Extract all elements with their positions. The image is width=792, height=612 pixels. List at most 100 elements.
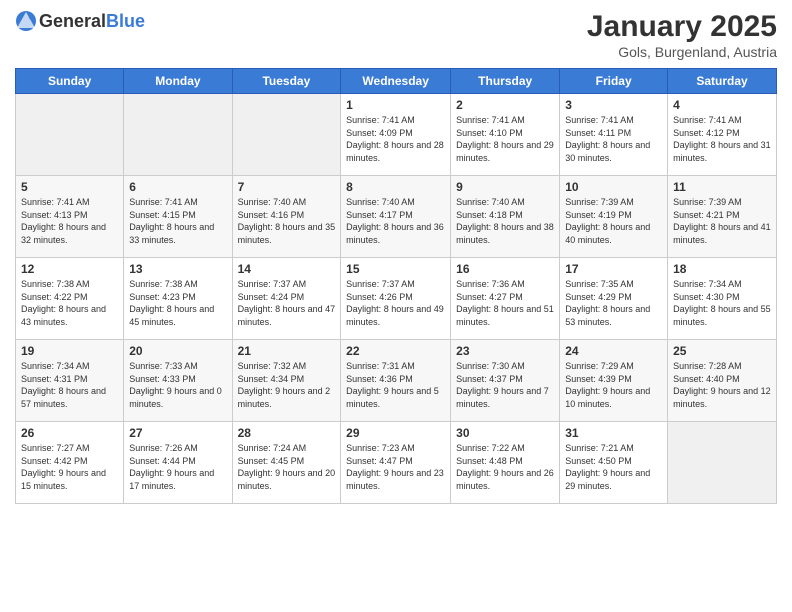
calendar-cell: 5 Sunrise: 7:41 AM Sunset: 4:13 PM Daylig…	[16, 176, 124, 258]
day-info: Sunrise: 7:39 AM Sunset: 4:21 PM Dayligh…	[673, 196, 771, 246]
calendar-cell: 30 Sunrise: 7:22 AM Sunset: 4:48 PM Dayli…	[451, 422, 560, 504]
day-info: Sunrise: 7:24 AM Sunset: 4:45 PM Dayligh…	[238, 442, 336, 492]
day-number: 15	[346, 262, 445, 276]
day-info: Sunrise: 7:22 AM Sunset: 4:48 PM Dayligh…	[456, 442, 554, 492]
day-info: Sunrise: 7:41 AM Sunset: 4:13 PM Dayligh…	[21, 196, 118, 246]
day-number: 28	[238, 426, 336, 440]
calendar-cell: 21 Sunrise: 7:32 AM Sunset: 4:34 PM Dayli…	[232, 340, 341, 422]
calendar-cell: 28 Sunrise: 7:24 AM Sunset: 4:45 PM Dayli…	[232, 422, 341, 504]
day-number: 13	[129, 262, 226, 276]
title-section: January 2025 Gols, Burgenland, Austria	[587, 10, 777, 60]
calendar-cell: 16Sunrise: 7:36 AM Sunset: 4:27 PM Dayli…	[451, 258, 560, 340]
day-number: 8	[346, 180, 445, 194]
day-number: 23	[456, 344, 554, 358]
logo: GeneralBlue	[15, 10, 145, 32]
calendar-cell: 12 Sunrise: 7:38 AM Sunset: 4:22 PM Dayli…	[16, 258, 124, 340]
day-info: Sunrise: 7:33 AM Sunset: 4:33 PM Dayligh…	[129, 360, 226, 410]
calendar-cell	[16, 94, 124, 176]
week-row-5: 26Sunrise: 7:27 AM Sunset: 4:42 PM Dayli…	[16, 422, 777, 504]
calendar-table: Sunday Monday Tuesday Wednesday Thursday…	[15, 68, 777, 504]
calendar-cell: 31 Sunrise: 7:21 AM Sunset: 4:50 PM Dayli…	[560, 422, 668, 504]
header: GeneralBlue January 2025 Gols, Burgenlan…	[15, 10, 777, 60]
day-number: 31	[565, 426, 662, 440]
day-number: 9	[456, 180, 554, 194]
week-row-3: 12 Sunrise: 7:38 AM Sunset: 4:22 PM Dayli…	[16, 258, 777, 340]
header-tuesday: Tuesday	[232, 69, 341, 94]
day-number: 30	[456, 426, 554, 440]
day-number: 16	[456, 262, 554, 276]
day-info: Sunrise: 7:41 AM Sunset: 4:15 PM Dayligh…	[129, 196, 226, 246]
day-info: Sunrise: 7:39 AM Sunset: 4:19 PM Dayligh…	[565, 196, 662, 246]
calendar-cell: 6 Sunrise: 7:41 AM Sunset: 4:15 PM Daylig…	[124, 176, 232, 258]
day-number: 21	[238, 344, 336, 358]
day-info: Sunrise: 7:32 AM Sunset: 4:34 PM Dayligh…	[238, 360, 336, 410]
day-number: 17	[565, 262, 662, 276]
day-number: 24	[565, 344, 662, 358]
calendar-cell: 2 Sunrise: 7:41 AM Sunset: 4:10 PM Daylig…	[451, 94, 560, 176]
calendar-cell: 7 Sunrise: 7:40 AM Sunset: 4:16 PM Daylig…	[232, 176, 341, 258]
calendar-cell: 1Sunrise: 7:41 AM Sunset: 4:09 PM Daylig…	[341, 94, 451, 176]
week-row-4: 19 Sunrise: 7:34 AM Sunset: 4:31 PM Dayli…	[16, 340, 777, 422]
calendar-cell: 15 Sunrise: 7:37 AM Sunset: 4:26 PM Dayli…	[341, 258, 451, 340]
day-info: Sunrise: 7:40 AM Sunset: 4:16 PM Dayligh…	[238, 196, 336, 246]
day-number: 7	[238, 180, 336, 194]
day-number: 27	[129, 426, 226, 440]
day-number: 14	[238, 262, 336, 276]
day-number: 12	[21, 262, 118, 276]
calendar-cell	[232, 94, 341, 176]
calendar-cell: 14 Sunrise: 7:37 AM Sunset: 4:24 PM Dayli…	[232, 258, 341, 340]
day-number: 3	[565, 98, 662, 112]
header-wednesday: Wednesday	[341, 69, 451, 94]
day-info: Sunrise: 7:28 AM Sunset: 4:40 PM Dayligh…	[673, 360, 771, 410]
header-sunday: Sunday	[16, 69, 124, 94]
calendar-cell: 24 Sunrise: 7:29 AM Sunset: 4:39 PM Dayli…	[560, 340, 668, 422]
day-info: Sunrise: 7:38 AM Sunset: 4:23 PM Dayligh…	[129, 278, 226, 328]
day-info: Sunrise: 7:40 AM Sunset: 4:18 PM Dayligh…	[456, 196, 554, 246]
page: GeneralBlue January 2025 Gols, Burgenlan…	[0, 0, 792, 612]
day-info: Sunrise: 7:21 AM Sunset: 4:50 PM Dayligh…	[565, 442, 662, 492]
day-info: Sunrise: 7:34 AM Sunset: 4:30 PM Dayligh…	[673, 278, 771, 328]
day-headers: Sunday Monday Tuesday Wednesday Thursday…	[16, 69, 777, 94]
day-number: 10	[565, 180, 662, 194]
day-number: 11	[673, 180, 771, 194]
day-info: Sunrise: 7:37 AM Sunset: 4:24 PM Dayligh…	[238, 278, 336, 328]
day-number: 5	[21, 180, 118, 194]
calendar-cell: 8 Sunrise: 7:40 AM Sunset: 4:17 PM Daylig…	[341, 176, 451, 258]
day-number: 19	[21, 344, 118, 358]
header-friday: Friday	[560, 69, 668, 94]
day-number: 4	[673, 98, 771, 112]
day-info: Sunrise: 7:37 AM Sunset: 4:26 PM Dayligh…	[346, 278, 445, 328]
calendar-cell: 27 Sunrise: 7:26 AM Sunset: 4:44 PM Dayli…	[124, 422, 232, 504]
logo-icon	[15, 10, 37, 32]
calendar-title: January 2025	[587, 10, 777, 44]
calendar-cell: 19 Sunrise: 7:34 AM Sunset: 4:31 PM Dayli…	[16, 340, 124, 422]
header-thursday: Thursday	[451, 69, 560, 94]
day-number: 18	[673, 262, 771, 276]
day-info: Sunrise: 7:40 AM Sunset: 4:17 PM Dayligh…	[346, 196, 445, 246]
day-info: Sunrise: 7:38 AM Sunset: 4:22 PM Dayligh…	[21, 278, 118, 328]
day-info: Sunrise: 7:26 AM Sunset: 4:44 PM Dayligh…	[129, 442, 226, 492]
day-number: 22	[346, 344, 445, 358]
day-info: Sunrise: 7:27 AM Sunset: 4:42 PM Dayligh…	[21, 442, 118, 492]
day-info: Sunrise: 7:41 AM Sunset: 4:11 PM Dayligh…	[565, 114, 662, 164]
calendar-cell: 3 Sunrise: 7:41 AM Sunset: 4:11 PM Daylig…	[560, 94, 668, 176]
day-info: Sunrise: 7:41 AM Sunset: 4:10 PM Dayligh…	[456, 114, 554, 164]
calendar-cell	[668, 422, 777, 504]
day-info: Sunrise: 7:29 AM Sunset: 4:39 PM Dayligh…	[565, 360, 662, 410]
calendar-cell: 13 Sunrise: 7:38 AM Sunset: 4:23 PM Dayli…	[124, 258, 232, 340]
calendar-subtitle: Gols, Burgenland, Austria	[587, 44, 777, 60]
day-number: 29	[346, 426, 445, 440]
day-number: 2	[456, 98, 554, 112]
day-info: Sunrise: 7:35 AM Sunset: 4:29 PM Dayligh…	[565, 278, 662, 328]
day-info: Sunrise: 7:34 AM Sunset: 4:31 PM Dayligh…	[21, 360, 118, 410]
calendar-cell: 22Sunrise: 7:31 AM Sunset: 4:36 PM Dayli…	[341, 340, 451, 422]
calendar-cell: 11 Sunrise: 7:39 AM Sunset: 4:21 PM Dayli…	[668, 176, 777, 258]
calendar-cell: 25Sunrise: 7:28 AM Sunset: 4:40 PM Dayli…	[668, 340, 777, 422]
header-saturday: Saturday	[668, 69, 777, 94]
calendar-cell: 9 Sunrise: 7:40 AM Sunset: 4:18 PM Daylig…	[451, 176, 560, 258]
logo-text: GeneralBlue	[39, 11, 145, 32]
calendar-cell: 29Sunrise: 7:23 AM Sunset: 4:47 PM Dayli…	[341, 422, 451, 504]
day-number: 1	[346, 98, 445, 112]
day-number: 6	[129, 180, 226, 194]
calendar-cell: 23Sunrise: 7:30 AM Sunset: 4:37 PM Dayli…	[451, 340, 560, 422]
